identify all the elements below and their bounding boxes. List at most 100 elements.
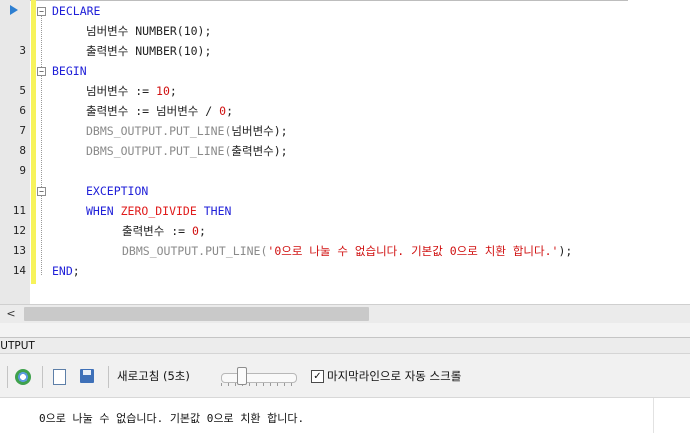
code-text: 출력변수 := 0;	[122, 221, 206, 241]
code-token: DBMS_OUTPUT.PUT_LINE(	[86, 144, 232, 158]
line-number: 9	[19, 164, 26, 177]
slider-ticks	[221, 383, 295, 386]
code-text: DBMS_OUTPUT.PUT_LINE(출력변수);	[86, 141, 288, 161]
code-token: 출력변수	[231, 144, 274, 158]
code-token: 출력변수	[86, 104, 136, 118]
code-text: 넘버변수 NUMBER(10);	[86, 21, 211, 41]
code-line[interactable]: 6 출력변수 := 넘버변수 / 0;	[0, 101, 690, 121]
code-line[interactable]: − EXCEPTION	[0, 181, 690, 201]
code-token: DBMS_OUTPUT.PUT_LINE(	[86, 124, 232, 138]
code-line[interactable]: − DECLARE	[0, 1, 690, 21]
code-token: 넘버변수	[86, 24, 136, 38]
output-column-divider	[653, 398, 654, 433]
refresh-interval-slider[interactable]	[221, 373, 297, 383]
code-editor[interactable]: − DECLARE 넘버변수 NUMBER(10); 3 출력변수 NUMBER(10)…	[0, 0, 690, 304]
code-token: :=	[135, 84, 157, 98]
code-text: WHEN ZERO_DIVIDE THEN	[86, 201, 231, 221]
code-token: DECLARE	[52, 4, 101, 18]
code-token: );	[558, 244, 573, 258]
code-token: 넘버변수 /	[156, 104, 220, 118]
refresh-interval-label: 새로고침 (5초)	[117, 369, 190, 383]
save-icon[interactable]	[80, 369, 94, 383]
code-token: DBMS_OUTPUT.PUT_LINE(	[122, 244, 268, 258]
line-number: 12	[12, 224, 26, 237]
line-number: 7	[19, 124, 26, 137]
code-text: 출력변수 NUMBER(10);	[86, 41, 211, 61]
code-line[interactable]: − BEGIN	[0, 61, 690, 81]
code-text: 출력변수 := 넘버변수 / 0;	[86, 101, 233, 121]
output-panel-header: OUTPUT	[0, 337, 690, 354]
code-line[interactable]: 9	[0, 161, 690, 181]
code-line[interactable]: 11 WHEN ZERO_DIVIDE THEN	[0, 201, 690, 221]
line-number: 6	[19, 104, 26, 117]
line-number	[0, 61, 26, 81]
output-console[interactable]: 0으로 나눌 수 없습니다. 기본값 0으로 치환 합니다.	[0, 398, 690, 433]
line-number	[0, 21, 26, 41]
scrollbar-thumb[interactable]	[24, 307, 369, 321]
code-text: END;	[52, 261, 80, 281]
autoscroll-checkbox[interactable]: ✓	[311, 370, 324, 383]
code-token: :=	[135, 104, 157, 118]
code-token: :=	[171, 224, 193, 238]
code-line[interactable]: 5 넘버변수 := 10;	[0, 81, 690, 101]
output-panel-title: OUTPUT	[0, 340, 35, 352]
refresh-icon[interactable]	[15, 369, 31, 385]
output-toolbar: 새로고침 (5초) ✓ 마지막라인으로 자동 스크롤	[0, 354, 690, 398]
code-token: ;	[226, 104, 233, 118]
code-line[interactable]: 12 출력변수 := 0;	[0, 221, 690, 241]
code-token: 0	[192, 224, 199, 238]
line-number: 8	[19, 144, 26, 157]
code-text: DECLARE	[52, 1, 100, 21]
code-token: THEN	[196, 204, 232, 218]
code-token: 넘버변수	[86, 84, 136, 98]
code-token: NUMBER(10);	[135, 24, 212, 38]
code-text: BEGIN	[52, 61, 87, 81]
code-token: 출력변수	[122, 224, 172, 238]
line-number: 5	[19, 84, 26, 97]
code-token: );	[273, 124, 288, 138]
code-token: EXCEPTION	[86, 184, 149, 198]
code-token: ;	[198, 224, 206, 238]
code-token: BEGIN	[52, 64, 87, 78]
code-line[interactable]: 8 DBMS_OUTPUT.PUT_LINE(출력변수);	[0, 141, 690, 161]
code-line[interactable]: 14 END;	[0, 261, 690, 281]
output-message: 0으로 나눌 수 없습니다. 기본값 0으로 치환 합니다.	[39, 412, 305, 425]
code-token: ;	[72, 264, 80, 278]
fold-toggle-icon[interactable]: −	[37, 187, 46, 196]
code-text: DBMS_OUTPUT.PUT_LINE('0으로 나눌 수 없습니다. 기본값…	[122, 241, 572, 261]
panel-splitter[interactable]	[0, 323, 690, 337]
line-number: 13	[12, 244, 26, 257]
code-line[interactable]: 13 DBMS_OUTPUT.PUT_LINE('0으로 나눌 수 없습니다. 기…	[0, 241, 690, 261]
slider-thumb[interactable]	[237, 367, 247, 385]
code-line[interactable]: 3 출력변수 NUMBER(10);	[0, 41, 690, 61]
code-token: END	[52, 264, 73, 278]
line-number: 3	[19, 44, 26, 57]
code-token: WHEN	[86, 204, 121, 218]
fold-toggle-icon[interactable]: −	[37, 67, 46, 76]
toolbar-separator	[42, 366, 43, 388]
code-token: 출력변수	[86, 44, 136, 58]
code-token: ZERO_DIVIDE	[120, 204, 197, 218]
line-number: 14	[12, 264, 26, 277]
line-number: 11	[12, 204, 26, 217]
fold-toggle-icon[interactable]: −	[37, 7, 46, 16]
code-text: DBMS_OUTPUT.PUT_LINE(넘버변수);	[86, 121, 288, 141]
code-token: 넘버변수	[231, 124, 274, 138]
autoscroll-label[interactable]: 마지막라인으로 자동 스크롤	[327, 367, 461, 385]
line-number	[0, 181, 26, 201]
code-token: 10	[156, 84, 170, 98]
code-text: 넘버변수 := 10;	[86, 81, 177, 101]
code-text: EXCEPTION	[86, 181, 148, 201]
code-token: );	[273, 144, 288, 158]
line-number	[0, 1, 26, 21]
code-line[interactable]: 넘버변수 NUMBER(10);	[0, 21, 690, 41]
code-token: ;	[169, 84, 177, 98]
horizontal-scrollbar[interactable]: <	[0, 304, 690, 323]
code-token: NUMBER(10);	[135, 44, 212, 58]
toolbar-separator	[108, 366, 109, 388]
scroll-left-arrow-icon[interactable]: <	[6, 305, 16, 323]
new-document-icon[interactable]	[53, 369, 66, 385]
code-token: '0으로 나눌 수 없습니다. 기본값 0으로 치환 합니다.'	[267, 244, 559, 258]
toolbar-separator	[7, 366, 8, 388]
code-line[interactable]: 7 DBMS_OUTPUT.PUT_LINE(넘버변수);	[0, 121, 690, 141]
